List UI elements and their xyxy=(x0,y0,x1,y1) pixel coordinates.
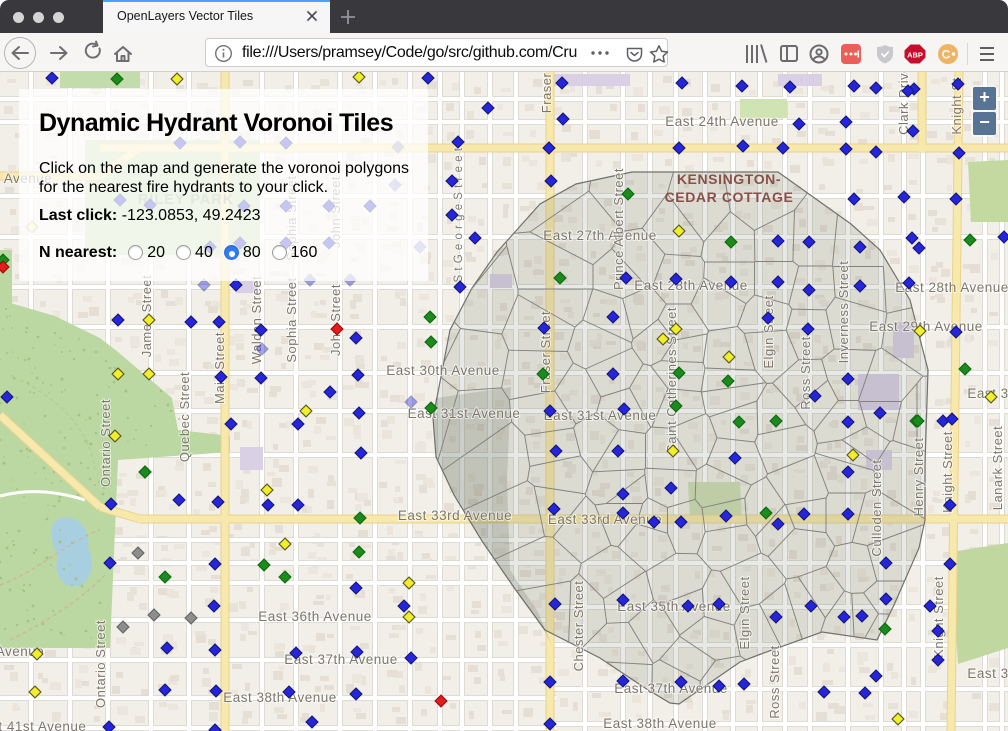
svg-text:CEDAR COTTAGE: CEDAR COTTAGE xyxy=(665,189,794,205)
svg-text:Ross Street: Ross Street xyxy=(798,336,813,409)
svg-text:Inverness Street: Inverness Street xyxy=(836,261,851,364)
svg-text:East 41st Avenue: East 41st Avenue xyxy=(0,719,86,731)
svg-text:ABP: ABP xyxy=(907,51,923,60)
svg-text:Culloden Street: Culloden Street xyxy=(869,459,884,556)
svg-text:East 30th Avenue: East 30th Avenue xyxy=(386,363,500,378)
svg-text:KENSINGTON-: KENSINGTON- xyxy=(677,171,781,187)
svg-text:Ross Street: Ross Street xyxy=(767,645,782,718)
svg-text:Sophia Street: Sophia Street xyxy=(284,277,299,362)
svg-text:Lanark Street: Lanark Street xyxy=(990,426,1005,511)
svg-text:Ontario Street: Ontario Street xyxy=(98,399,113,487)
svg-text:Knight Street: Knight Street xyxy=(931,576,946,658)
svg-text:East 38th Avenue: East 38th Avenue xyxy=(223,690,337,705)
svg-text:Chester Street: Chester Street xyxy=(571,581,586,672)
svg-text:Elgin Street: Elgin Street xyxy=(737,576,752,649)
svg-text:East 24th Avenue: East 24th Avenue xyxy=(665,114,779,129)
svg-text:Elgin Street: Elgin Street xyxy=(761,295,776,368)
svg-text:C: C xyxy=(942,48,951,62)
svg-text:Clark Drive: Clark Drive xyxy=(896,72,911,135)
svg-text:Knight Street: Knight Street xyxy=(940,431,955,513)
svg-text:Fraser Street: Fraser Street xyxy=(539,72,554,113)
svg-text:Prince Albert Street: Prince Albert Street xyxy=(611,168,626,290)
svg-text:East 33rd Avenue: East 33rd Avenue xyxy=(398,508,512,523)
svg-text:Main Street: Main Street xyxy=(212,332,227,404)
svg-text:East 35th Avenue: East 35th Avenue xyxy=(617,599,731,614)
svg-text:Ontario Street: Ontario Street xyxy=(93,620,108,708)
svg-text:East 38th Avenue: East 38th Avenue xyxy=(603,716,717,731)
svg-text:East 3: East 3 xyxy=(967,666,1008,681)
svg-text:East 33rd Avenue: East 33rd Avenue xyxy=(548,512,662,527)
svg-text:East 37th Avenue: East 37th Avenue xyxy=(614,681,728,696)
svg-text:East 31st Avenue: East 31st Avenue xyxy=(544,408,657,423)
svg-text:Henry Street: Henry Street xyxy=(911,438,926,517)
svg-text:John Street: John Street xyxy=(328,284,343,356)
svg-text:Quebec Street: Quebec Street xyxy=(177,372,192,462)
svg-text:East 29th Avenue: East 29th Avenue xyxy=(869,319,983,334)
svg-text:East 36th Avenue: East 36th Avenue xyxy=(258,609,372,624)
svg-text:East 27th Avenue: East 27th Avenue xyxy=(543,228,657,243)
